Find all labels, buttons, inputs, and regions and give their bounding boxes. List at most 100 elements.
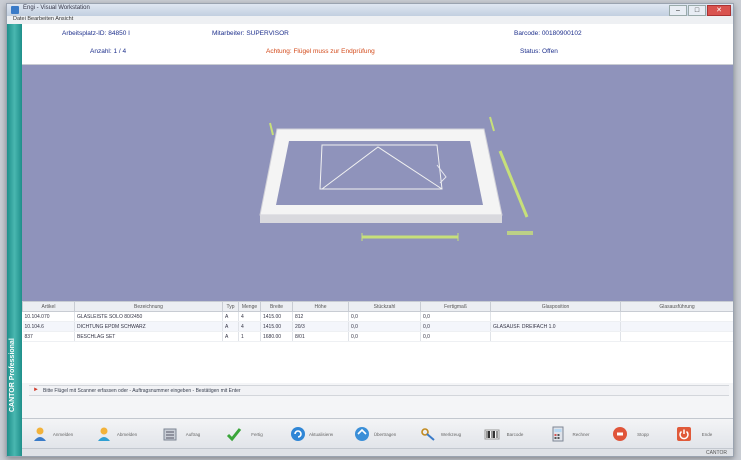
parts-table: Artikel Bezeichnung Typ Menge Breite Höh… (22, 301, 733, 342)
column-header[interactable]: Glasposition (490, 301, 621, 312)
window-frame-model (259, 116, 533, 241)
logout-button-label: Abmelden (116, 431, 138, 437)
cell (620, 321, 733, 332)
sidebar-brand-strip: CANTOR Professional (7, 24, 22, 456)
column-header[interactable]: Breite (260, 301, 293, 312)
checkmark-icon (226, 426, 242, 442)
order-list-button-label: Auftrag (185, 431, 201, 437)
bottom-status-text: CANTOR (705, 450, 727, 456)
cell: 0,0 (348, 331, 421, 342)
stop-button[interactable]: Stopp (612, 422, 655, 446)
cell: A (222, 311, 239, 322)
cell: 8/01 (292, 331, 349, 342)
cell: 0,0 (348, 321, 421, 332)
cell: 837 (22, 331, 75, 342)
column-header[interactable]: Menge (238, 301, 261, 312)
cell: 0,0 (420, 321, 491, 332)
workstation-id: Arbeitsplatz-ID: 84850 I (62, 30, 130, 37)
cell: 0,0 (420, 331, 491, 342)
cell: BESCHLAG SET (74, 331, 223, 342)
key-icon (420, 426, 436, 442)
quantity-value: Anzahl: 1 / 4 (90, 48, 127, 55)
cell: 1415.00 (260, 311, 293, 322)
calculator-icon (550, 426, 566, 442)
order-list-button[interactable]: Auftrag (162, 422, 205, 446)
status-message-bar: ► Bitte Flügel mit Scanner erfassen oder… (29, 385, 729, 396)
transfer-button[interactable]: Übertragen (354, 422, 397, 446)
cell: 20/3 (292, 321, 349, 332)
cell: 4 (238, 311, 261, 322)
window-title: Engi - Visual Workstation (23, 5, 90, 11)
refresh-icon (290, 426, 306, 442)
cell: DICHTUNG EPDM SCHWARZ (74, 321, 223, 332)
sidebar-brand-label: CANTOR Professional (9, 338, 16, 412)
close-button[interactable]: ✕ (707, 5, 731, 16)
column-header[interactable]: Stückzahl (348, 301, 421, 312)
column-header[interactable]: Typ (222, 301, 239, 312)
barcode-icon (484, 426, 500, 442)
axis-marker-right (489, 116, 495, 132)
exit-button[interactable]: Ende (676, 422, 719, 446)
column-header[interactable]: Artikel (22, 301, 75, 312)
app-icon (11, 6, 19, 14)
cell (620, 311, 733, 322)
cell: 4 (238, 321, 261, 332)
parts-table-area: Artikel Bezeichnung Typ Menge Breite Höh… (22, 301, 733, 383)
minimize-button[interactable]: – (669, 5, 687, 16)
calculator-button[interactable]: Rechner (550, 422, 593, 446)
cell (620, 331, 733, 342)
barcode-value: Barcode: 00180900102 (514, 30, 582, 37)
login-button-label: Anmelden (52, 431, 74, 437)
status-value: Status: Offen (520, 48, 558, 55)
tool-button[interactable]: Werkzeug (420, 422, 463, 446)
cell: 1680.00 (260, 331, 293, 342)
column-header[interactable]: Glasausführung (620, 301, 733, 312)
dimension-label-box (507, 231, 533, 235)
confirm-button-label: Fertig (251, 431, 263, 437)
cell: GLASLEISTE SOLO 80/2450 (74, 311, 223, 322)
cell: A (222, 321, 239, 332)
maximize-button[interactable]: □ (688, 5, 706, 16)
tool-button-label: Werkzeug (440, 431, 462, 437)
barcode-button[interactable]: Barcode (484, 422, 527, 446)
menu-items[interactable]: Datei Bearbeiten Ansicht (13, 16, 73, 22)
status-message: Bitte Flügel mit Scanner erfassen oder -… (43, 387, 241, 394)
cell: 1 (238, 331, 261, 342)
user-login-icon (32, 426, 48, 442)
column-header[interactable]: Bezeichnung (74, 301, 223, 312)
table-row[interactable]: 10.104.6 DICHTUNG EPDM SCHWARZ A 4 1415.… (22, 321, 733, 332)
info-header: Arbeitsplatz-ID: 84850 I Mitarbeiter: SU… (22, 24, 733, 65)
logout-button[interactable]: Abmelden (96, 422, 139, 446)
cell: GLASAUSF. DREIFACH 1.0 (490, 321, 621, 332)
column-header[interactable]: Fertigmaß (420, 301, 491, 312)
table-row[interactable]: 10.104.070 GLASLEISTE SOLO 80/2450 A 4 1… (22, 311, 733, 322)
operator-name: Mitarbeiter: SUPERVISOR (212, 30, 289, 37)
bottom-status-strip: CANTOR (22, 448, 733, 456)
column-header[interactable]: Höhe (292, 301, 349, 312)
calculator-button-label: Rechner (572, 431, 590, 437)
login-button[interactable]: Anmelden (32, 422, 75, 446)
cell: A (222, 331, 239, 342)
bottom-toolbar: Anmelden Abmelden Auftrag Fertig Aktuali… (22, 418, 733, 449)
warning-message: Achtung: Flügel muss zur Endprüfung (266, 48, 375, 55)
cell: 812 (292, 311, 349, 322)
3d-viewport[interactable] (22, 65, 733, 301)
table-header-row: Artikel Bezeichnung Typ Menge Breite Höh… (22, 301, 733, 312)
stop-icon (612, 426, 628, 442)
app-window: Engi - Visual Workstation – □ ✕ Datei Be… (6, 3, 734, 457)
table-row[interactable]: 837 BESCHLAG SET A 1 1680.00 8/01 0,0 0,… (22, 331, 733, 342)
power-icon (676, 426, 692, 442)
frame-opening (276, 141, 483, 205)
refresh-button-label: Aktualisieren (309, 431, 333, 437)
confirm-button[interactable]: Fertig (226, 422, 269, 446)
exit-button-label: Ende (701, 431, 713, 437)
transfer-button-label: Übertragen (373, 431, 397, 437)
axis-marker-left (269, 122, 274, 136)
cell: 1415.00 (260, 321, 293, 332)
cell (490, 331, 621, 342)
user-logout-icon (96, 426, 112, 442)
cell (490, 311, 621, 322)
sync-icon (354, 426, 370, 442)
refresh-button[interactable]: Aktualisieren (290, 422, 333, 446)
cell: 10.104.070 (22, 311, 75, 322)
